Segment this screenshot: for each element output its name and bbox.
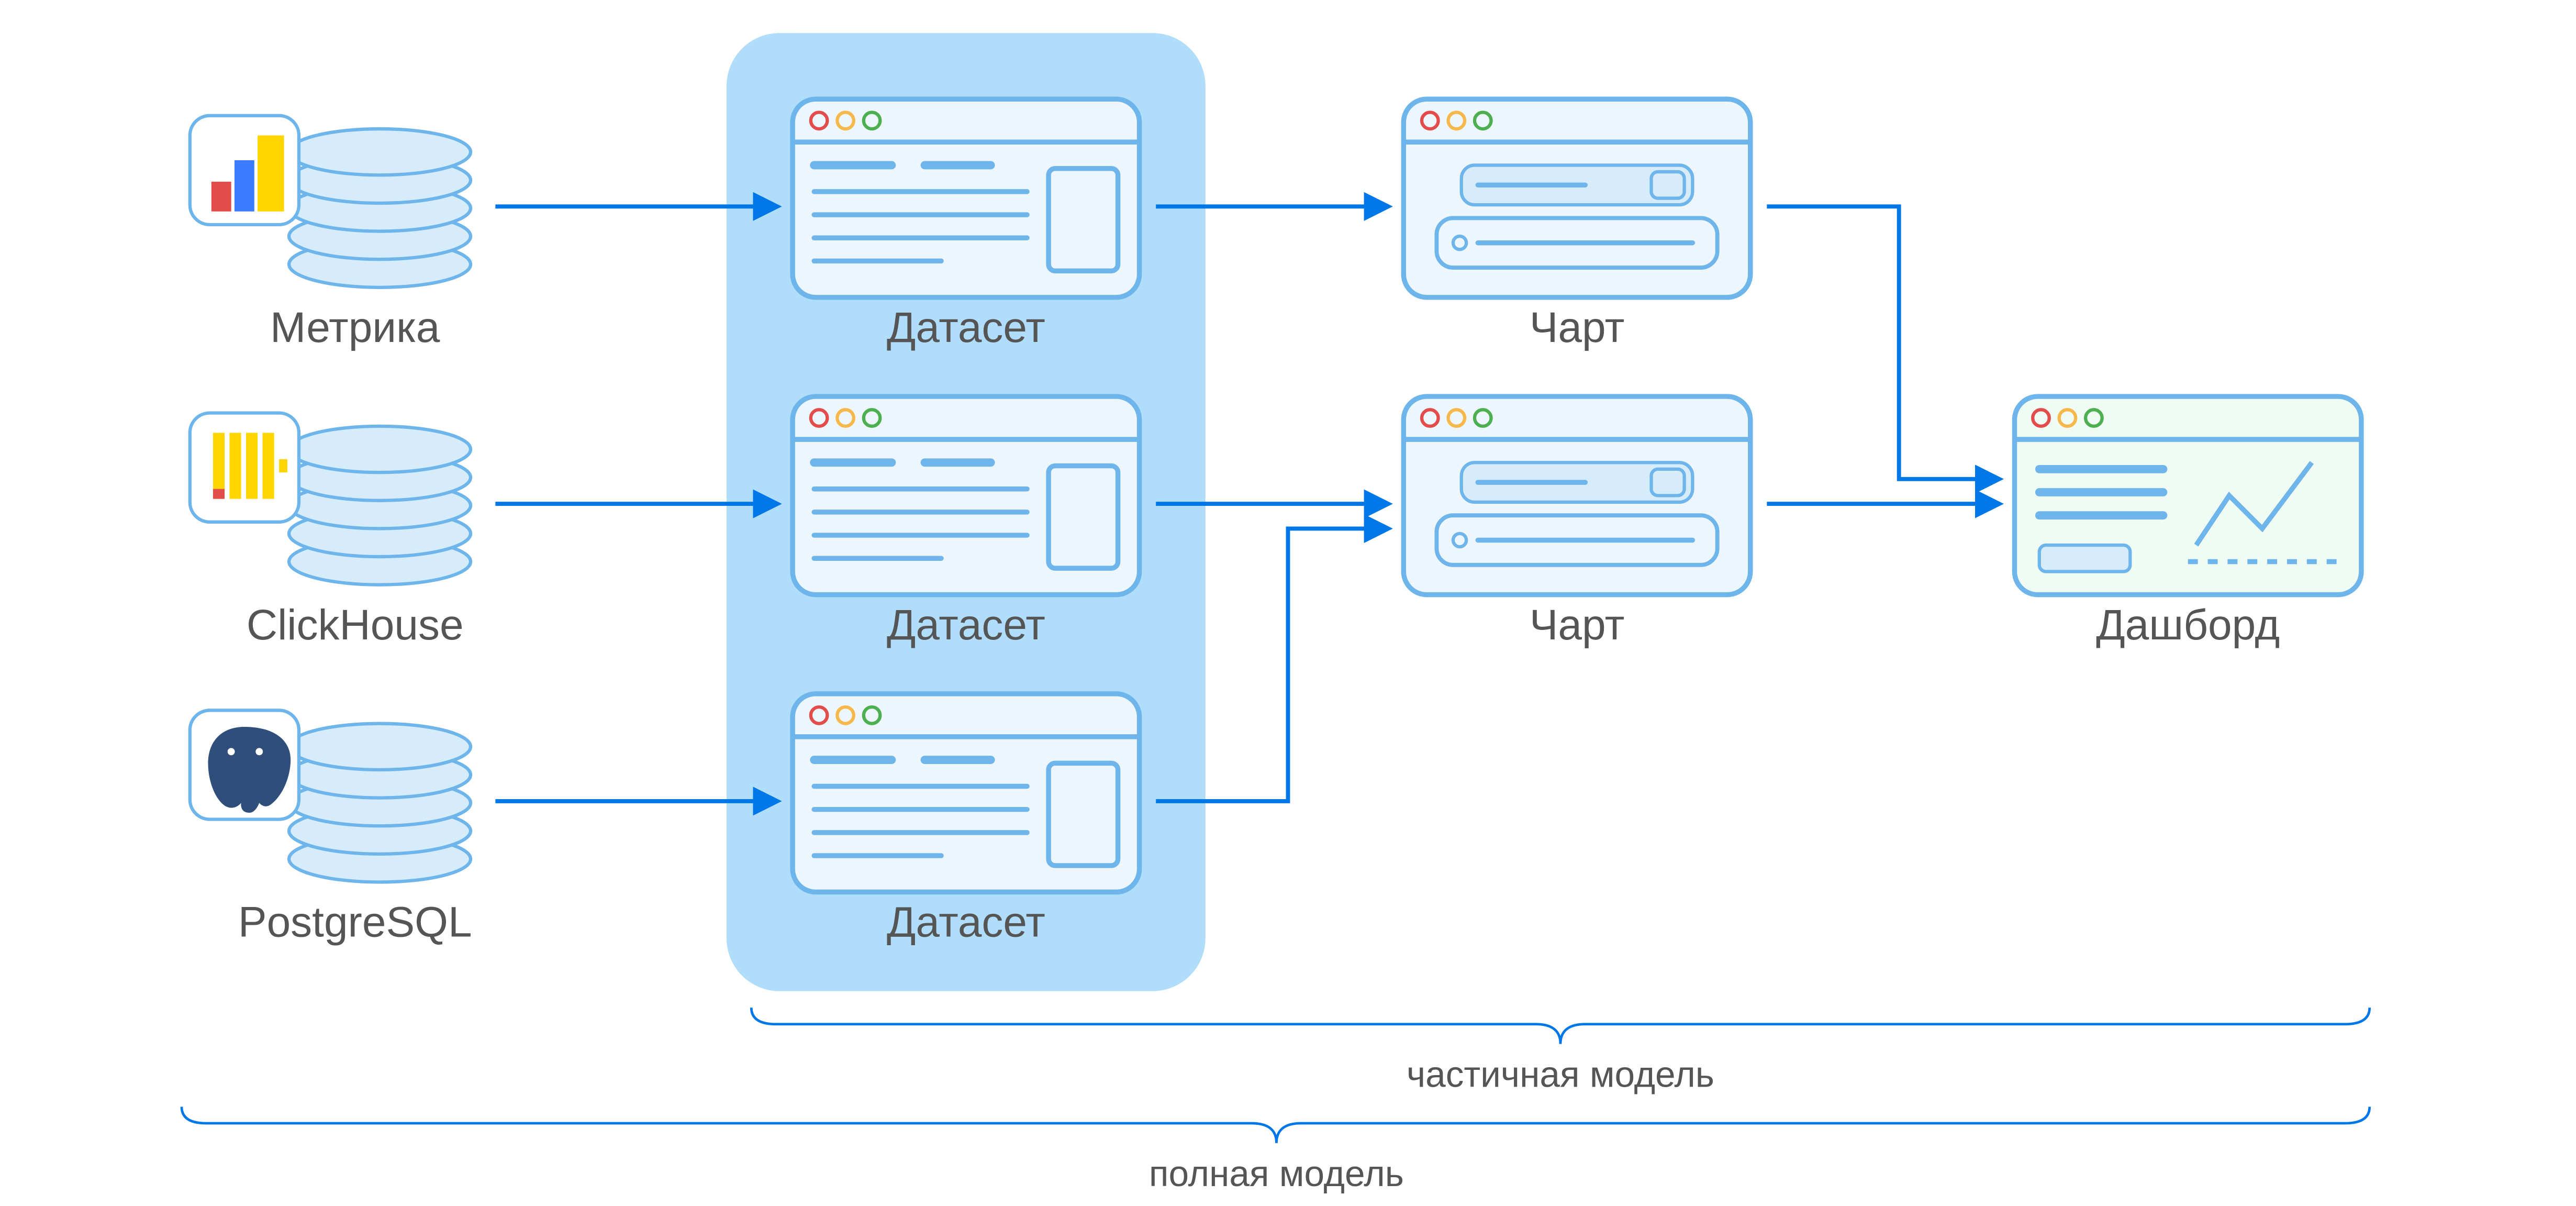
source-label: Метрика [270,304,440,351]
diagram: Метрика ClickHouse PostgreSQL [0,0,2576,1206]
chart-node-2: Чарт [1403,396,1750,649]
chart-label: Чарт [1530,601,1625,649]
dataset-label: Датасет [887,899,1045,946]
brace-full [182,1107,2370,1143]
arrow-chart1-dashboard [1767,206,1998,479]
dataset-label: Датасет [887,601,1045,649]
brace-full-label: полная модель [1149,1153,1404,1194]
source-metrica: Метрика [190,116,471,351]
chart-label: Чарт [1530,304,1625,351]
source-clickhouse: ClickHouse [190,413,471,649]
dashboard-node: Дашборд [2014,396,2361,649]
metrica-logo-icon [190,116,299,225]
db-stack-icon [289,129,471,287]
source-postgresql: PostgreSQL [190,710,472,946]
brace-partial-label: частичная модель [1407,1054,1714,1095]
postgresql-logo-icon [190,710,299,819]
clickhouse-logo-icon [190,413,299,522]
brace-partial [751,1008,2369,1044]
db-stack-icon [289,426,471,585]
source-label: PostgreSQL [238,899,472,946]
source-label: ClickHouse [247,601,464,649]
dashboard-label: Дашборд [2096,601,2280,649]
db-stack-icon [289,724,471,882]
dataset-label: Датасет [887,304,1045,351]
chart-node-1: Чарт [1403,99,1750,351]
